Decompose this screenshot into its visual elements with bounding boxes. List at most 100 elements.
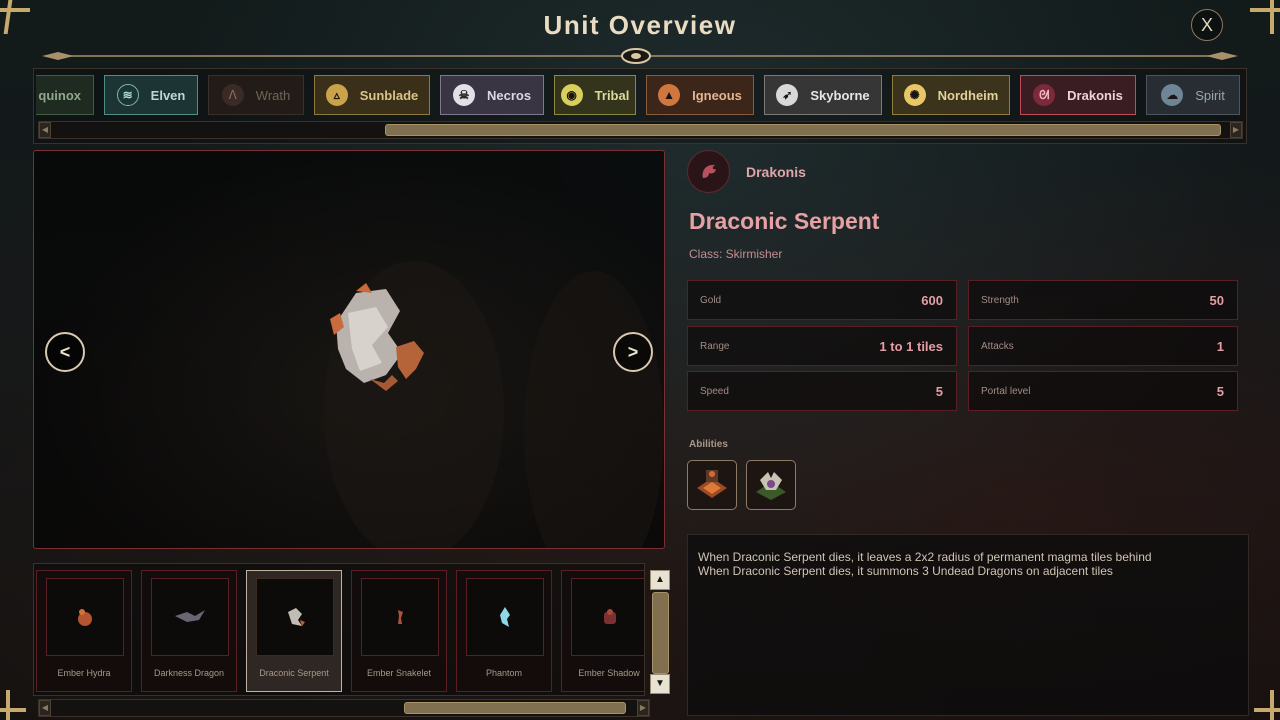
unit-card-name: Draconic Serpent <box>259 668 329 678</box>
tab-label: Necros <box>486 87 532 103</box>
unit-card-name: Ember Shadow <box>578 668 640 678</box>
previous-unit-button[interactable]: < <box>45 332 85 372</box>
tab-label: quinox <box>38 87 81 103</box>
unit-name: Draconic Serpent <box>689 208 880 234</box>
scroll-left-button[interactable]: ◀ <box>39 122 51 138</box>
skull-icon: ☠ <box>452 84 475 106</box>
stat-label: Portal level <box>981 385 1031 397</box>
stat-label: Speed <box>700 385 729 397</box>
stat-gold: Gold 600 <box>687 280 957 320</box>
tab-label: Drakonis <box>1067 87 1123 103</box>
description-line: When Draconic Serpent dies, it leaves a … <box>698 550 1152 564</box>
faction-scrollbar[interactable]: ◀ ▶ <box>38 121 1243 139</box>
tab-wrath[interactable]: ᐱ Wrath <box>208 75 304 115</box>
faction-name: Drakonis <box>746 163 806 180</box>
tab-label: Tribal <box>594 87 630 103</box>
unit-card-ember-shadow[interactable]: Ember Shadow <box>561 570 644 692</box>
unit-thumbnail <box>361 578 439 656</box>
stat-value: 50 <box>1209 292 1224 308</box>
tab-necros[interactable]: ☠ Necros <box>440 75 544 115</box>
stat-label: Gold <box>700 294 722 306</box>
tab-label: Nordheim <box>937 87 999 103</box>
scrollbar-thumb[interactable] <box>404 702 626 714</box>
stat-range: Range 1 to 1 tiles <box>687 326 957 366</box>
tab-label: Sunblade <box>359 87 419 103</box>
unit-card-name: Ember Snakelet <box>366 668 432 678</box>
claw-icon: ᐱ <box>221 84 244 106</box>
magma-tile-icon[interactable] <box>687 460 737 510</box>
unit-card-draconic-serpent[interactable]: Draconic Serpent <box>246 570 342 692</box>
scroll-up-button[interactable]: ▲ <box>650 570 670 590</box>
unit-card-ember-snakelet[interactable]: Ember Snakelet <box>351 570 447 692</box>
unit-card-name: Phantom <box>485 668 523 678</box>
unit-card-name: Ember Hydra <box>57 668 111 678</box>
tab-equinox[interactable]: quinox <box>36 75 94 115</box>
triangle-icon: ▵ <box>325 84 348 106</box>
stat-label: Range <box>700 340 730 352</box>
undead-dragon-icon[interactable] <box>746 460 796 510</box>
unit-thumbnail <box>571 578 644 656</box>
title-divider <box>42 48 1238 64</box>
tab-igneous[interactable]: ▲ Igneous <box>646 75 754 115</box>
scroll-left-button[interactable]: ◀ <box>39 700 51 716</box>
stat-value: 5 <box>935 383 943 399</box>
leaf-icon: ≋ <box>116 84 139 106</box>
unit-card-darkness-dragon[interactable]: Darkness Dragon <box>141 570 237 692</box>
scroll-right-button[interactable]: ▶ <box>637 700 649 716</box>
scrollbar-thumb[interactable] <box>652 592 669 674</box>
stat-speed: Speed 5 <box>687 371 957 411</box>
bird-icon: ➶ <box>776 84 799 106</box>
tab-drakonis[interactable]: ᘛ Drakonis <box>1020 75 1136 115</box>
faction-header: Drakonis <box>687 150 806 193</box>
tab-label: Spirit <box>1195 87 1225 103</box>
dragon-icon: ᘛ <box>1033 84 1056 106</box>
scroll-right-button[interactable]: ▶ <box>1230 122 1242 138</box>
unit-card-phantom[interactable]: Phantom <box>456 570 552 692</box>
ability-description: When Draconic Serpent dies, it leaves a … <box>687 534 1249 716</box>
window-title: Unit Overview <box>543 10 737 40</box>
unit-thumbnail <box>46 578 124 656</box>
stat-value: 600 <box>921 292 943 308</box>
abilities-heading: Abilities <box>689 439 728 450</box>
flame-icon: ▲ <box>658 84 681 106</box>
stat-portal-level: Portal level 5 <box>968 371 1238 411</box>
tab-nordheim[interactable]: ✺ Nordheim <box>892 75 1010 115</box>
unit-list-scrollbar[interactable]: ▲ ▼ <box>650 570 672 695</box>
unit-thumbnail <box>256 578 334 656</box>
sun-icon: ✺ <box>903 84 926 106</box>
description-line: When Draconic Serpent dies, it summons 3… <box>698 564 1113 578</box>
stat-strength: Strength 50 <box>968 280 1238 320</box>
mask-icon: ◉ <box>560 84 583 106</box>
tab-spirit[interactable]: ☁ Spirit <box>1146 75 1240 115</box>
unit-list-hscrollbar[interactable]: ◀ ▶ <box>38 699 650 717</box>
tab-label: Igneous <box>692 87 742 103</box>
tab-tribal[interactable]: ◉ Tribal <box>554 75 636 115</box>
unit-sprite <box>324 261 664 548</box>
stat-value: 1 to 1 tiles <box>879 338 943 354</box>
unit-card-name: Darkness Dragon <box>153 668 225 678</box>
next-unit-button[interactable]: > <box>613 332 653 372</box>
tab-skyborne[interactable]: ➶ Skyborne <box>764 75 882 115</box>
scrollbar-thumb[interactable] <box>385 124 1221 136</box>
stat-value: 5 <box>1216 383 1224 399</box>
unit-list: Ember Hydra Darkness Dragon Draconic Ser… <box>33 563 645 696</box>
close-button[interactable]: X <box>1191 9 1223 41</box>
tab-label: Elven <box>150 87 186 103</box>
stat-label: Strength <box>981 294 1019 306</box>
stat-value: 1 <box>1216 338 1224 354</box>
tab-label: Skyborne <box>810 87 870 103</box>
unit-thumbnail <box>466 578 544 656</box>
ghost-icon: ☁ <box>1161 84 1184 106</box>
scroll-down-button[interactable]: ▼ <box>650 674 670 694</box>
dragon-icon <box>687 150 730 193</box>
unit-card-ember-hydra[interactable]: Ember Hydra <box>36 570 132 692</box>
faction-tabs: quinox ≋ Elven ᐱ Wrath ▵ Sunblade ☠ Necr… <box>36 74 1244 118</box>
unit-thumbnail <box>151 578 229 656</box>
stat-label: Attacks <box>981 340 1014 352</box>
unit-preview: < > <box>33 150 665 549</box>
unit-class: Class: Skirmisher <box>689 247 783 261</box>
stat-attacks: Attacks 1 <box>968 326 1238 366</box>
tab-label: Wrath <box>255 87 291 103</box>
tab-elven[interactable]: ≋ Elven <box>104 75 198 115</box>
tab-sunblade[interactable]: ▵ Sunblade <box>314 75 430 115</box>
